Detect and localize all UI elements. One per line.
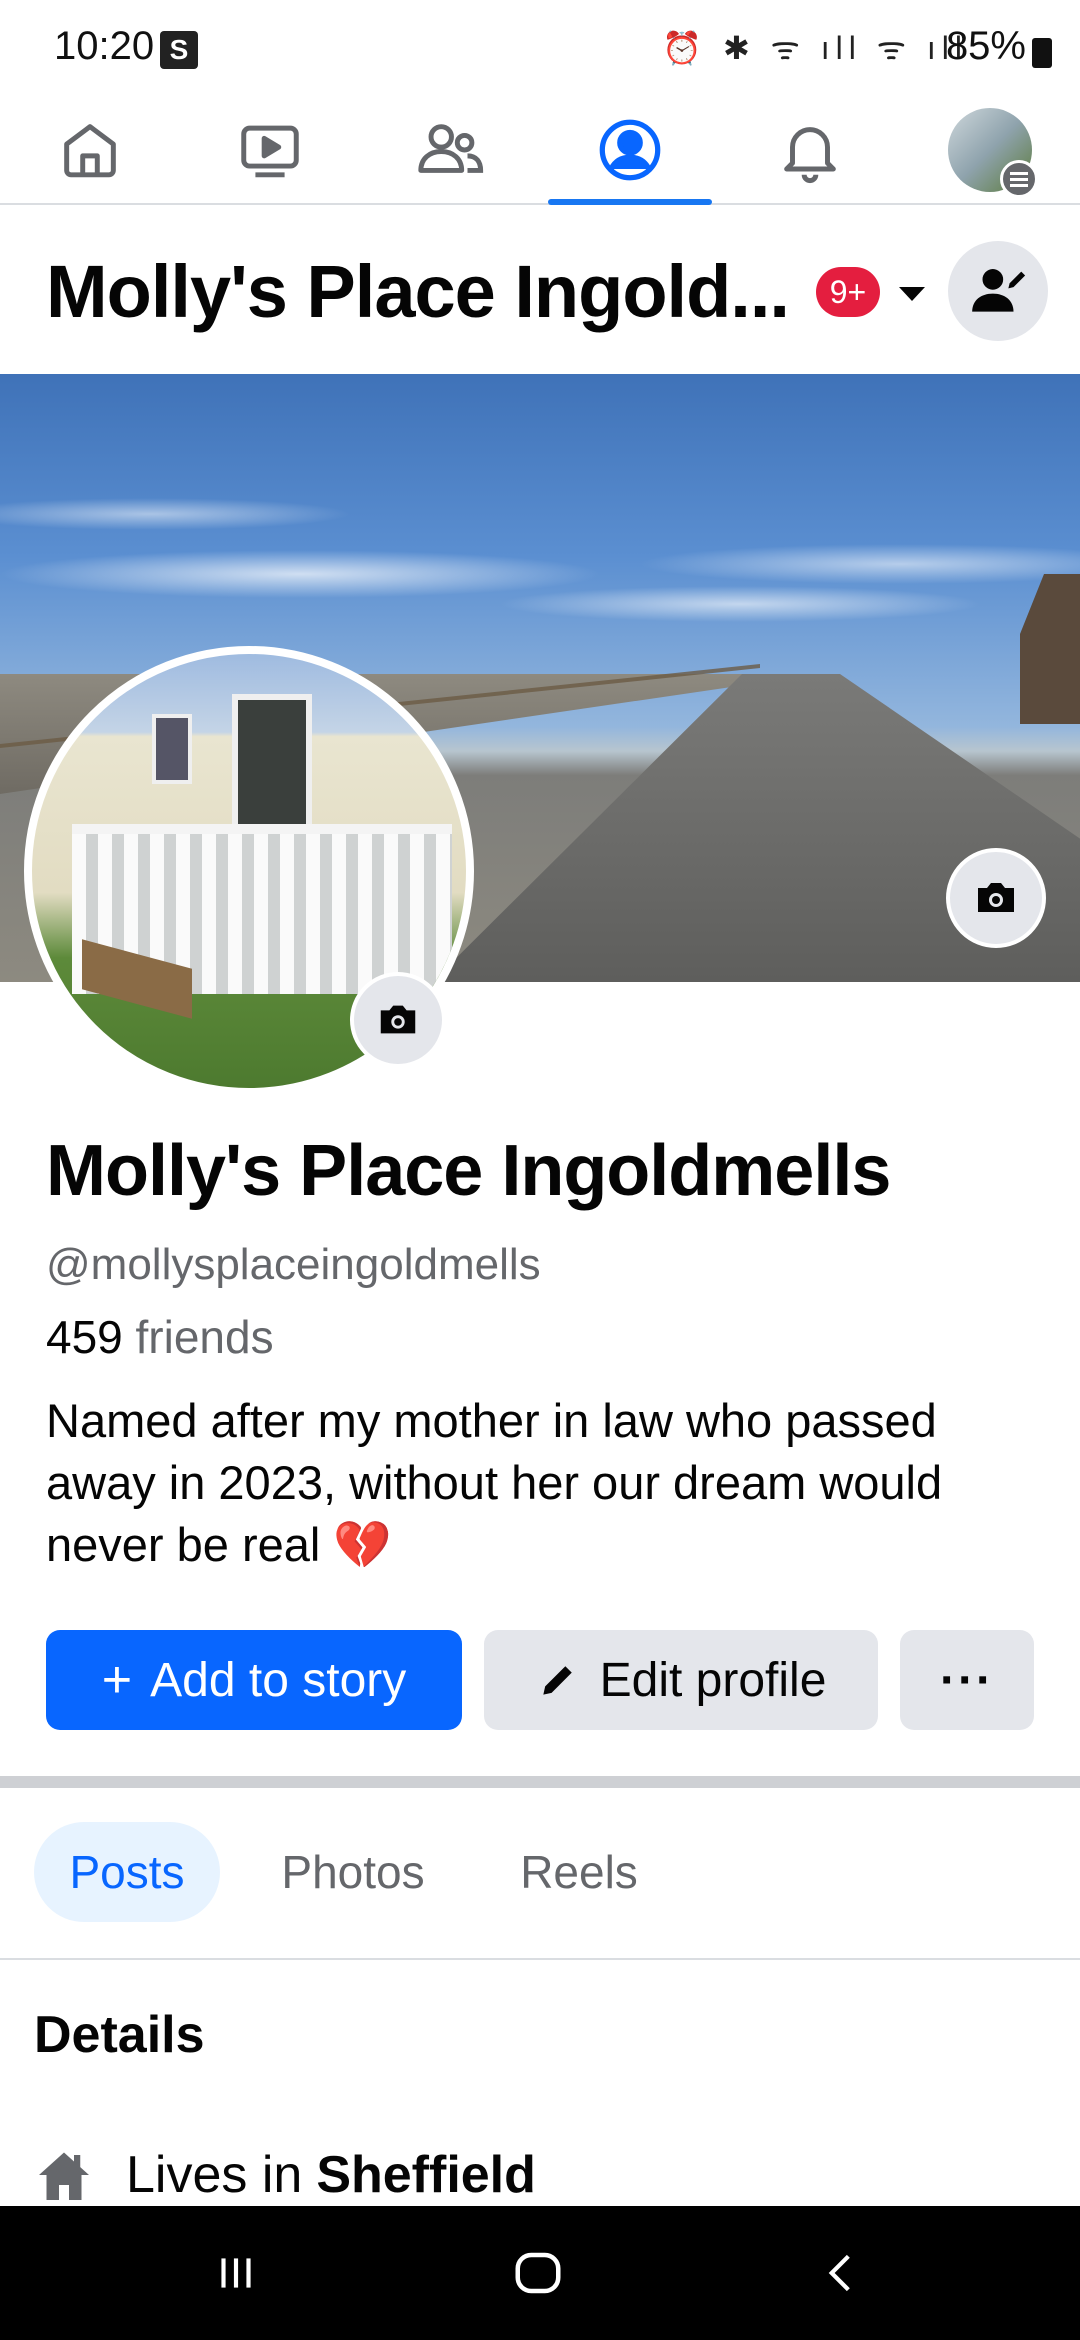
video-icon (241, 125, 299, 178)
nav-menu[interactable] (908, 95, 1072, 205)
status-bar: 10:20 S ⏰ ✱ ᯤ ıll ᯤ ıll 85% (0, 0, 1080, 95)
status-icons: ⏰ ✱ ᯤ ıll ᯤ ıll (662, 30, 968, 66)
carrier-badge: S (160, 31, 198, 69)
nav-profile[interactable] (548, 95, 712, 205)
tab-posts[interactable]: Posts (34, 1822, 220, 1922)
nav-home[interactable] (8, 95, 172, 205)
house-icon (39, 2152, 89, 2200)
lives-in-place[interactable]: Sheffield (316, 2145, 536, 2205)
nav-notifications[interactable] (728, 95, 892, 205)
camera-icon (380, 1005, 416, 1034)
tab-photos[interactable]: Photos (250, 1822, 456, 1922)
bell-icon (784, 127, 836, 184)
profile-handle: @mollysplaceingoldmells (46, 1240, 541, 1289)
profile-bio: Named after my mother in law who passed … (46, 1394, 943, 1571)
add-to-story-button[interactable]: + Add to story (46, 1630, 462, 1730)
back-icon (828, 2254, 850, 2292)
page-title[interactable]: Molly's Place Ingold... (46, 249, 790, 334)
home-icon (64, 124, 116, 178)
menu-avatar (948, 108, 1038, 198)
android-navigation-bar (0, 2206, 1080, 2340)
friends-icon (418, 124, 484, 173)
battery-level: 85% (945, 24, 1026, 68)
divider (0, 1958, 1080, 1960)
top-nav (0, 95, 1080, 205)
friends-count-link[interactable]: 459 friends (46, 1310, 274, 1364)
active-tab-indicator (548, 199, 712, 205)
pencil-icon (542, 1666, 572, 1695)
edit-profile-button[interactable]: Edit profile (484, 1630, 878, 1730)
details-heading: Details (34, 2006, 205, 2064)
switch-profile-button[interactable] (948, 241, 1048, 341)
nav-friends[interactable] (368, 95, 532, 205)
profile-icon (599, 119, 661, 181)
edit-cover-photo-button[interactable] (946, 848, 1046, 948)
menu-icon (1000, 160, 1038, 198)
profile-name: Molly's Place Ingoldmells (46, 1131, 891, 1211)
home-button[interactable] (438, 2206, 638, 2340)
edit-profile-picture-button[interactable] (350, 972, 446, 1068)
recent-apps-button[interactable] (136, 2206, 336, 2340)
lives-in-prefix: Lives in (126, 2146, 303, 2204)
user-edit-icon (972, 269, 1026, 312)
add-to-story-label: Add to story (150, 1653, 407, 1707)
notification-badge[interactable]: 9+ (816, 267, 880, 317)
home-circle-icon (515, 2252, 561, 2294)
more-icon: ··· (940, 1653, 994, 1707)
profile-header: Molly's Place Ingold... 9+ (0, 207, 1080, 373)
recents-icon (221, 2258, 251, 2288)
friends-count: 459 (46, 1311, 123, 1363)
battery-icon (1032, 38, 1052, 68)
tab-reels[interactable]: Reels (486, 1822, 672, 1922)
plus-icon: + (101, 1651, 133, 1709)
friends-label: friends (135, 1311, 274, 1363)
edit-profile-label: Edit profile (599, 1653, 827, 1707)
nav-video[interactable] (188, 95, 352, 205)
section-divider (0, 1776, 1080, 1788)
detail-lives-in: Lives in Sheffield (34, 2140, 536, 2210)
status-time: 10:20 (54, 24, 155, 68)
more-options-button[interactable]: ··· (900, 1630, 1034, 1730)
back-button[interactable] (740, 2206, 940, 2340)
camera-icon (978, 883, 1014, 912)
chevron-down-icon[interactable] (899, 287, 925, 301)
